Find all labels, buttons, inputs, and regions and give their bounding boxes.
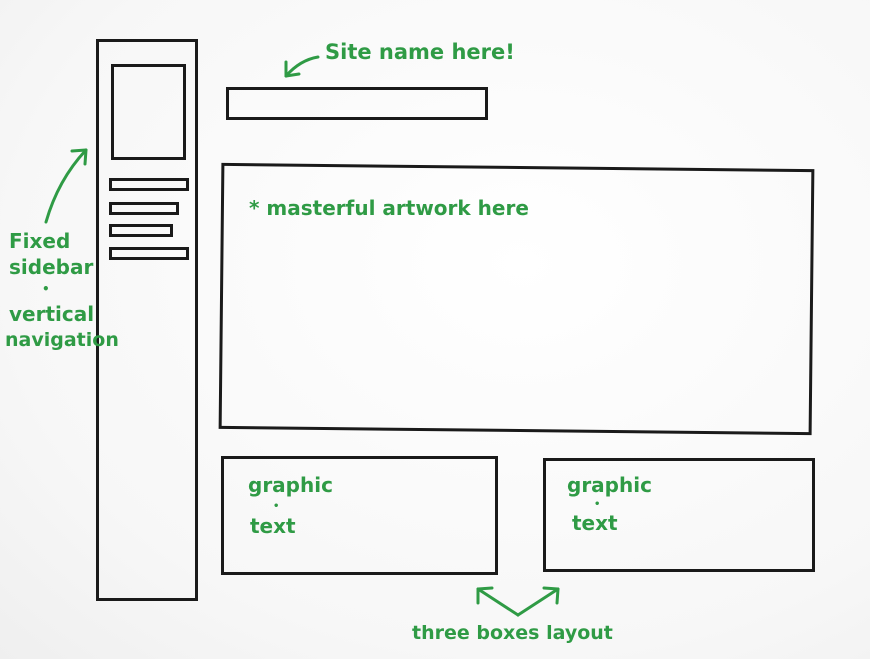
site-name-bar [226, 87, 488, 120]
sidebar-annotation-line3: vertical [9, 302, 95, 326]
sidebar-logo-box [111, 64, 186, 160]
box2-text-label: text [572, 511, 618, 535]
three-boxes-annotation: three boxes layout [412, 622, 613, 644]
sidebar-annotation-line1: Fixed [9, 229, 71, 253]
sidebar-annotation-line4: navigation [5, 329, 119, 351]
site-name-annotation: Site name here! [325, 40, 515, 64]
sidebar-nav-item-4 [109, 247, 189, 260]
box2-bullet: • [594, 499, 601, 510]
sidebar-nav-item-1 [109, 178, 189, 191]
sidebar-nav-item-3 [109, 224, 173, 237]
sidebar-nav-item-2 [109, 202, 179, 215]
sidebar-annotation-bullet: • [42, 282, 50, 296]
box1-text-label: text [250, 514, 296, 538]
box2-graphic-label: graphic [567, 473, 652, 497]
box1-bullet: • [273, 501, 280, 512]
artwork-annotation: * masterful artwork here [249, 196, 529, 220]
box1-graphic-label: graphic [248, 473, 333, 497]
sidebar-annotation-line2: sidebar [9, 255, 94, 279]
